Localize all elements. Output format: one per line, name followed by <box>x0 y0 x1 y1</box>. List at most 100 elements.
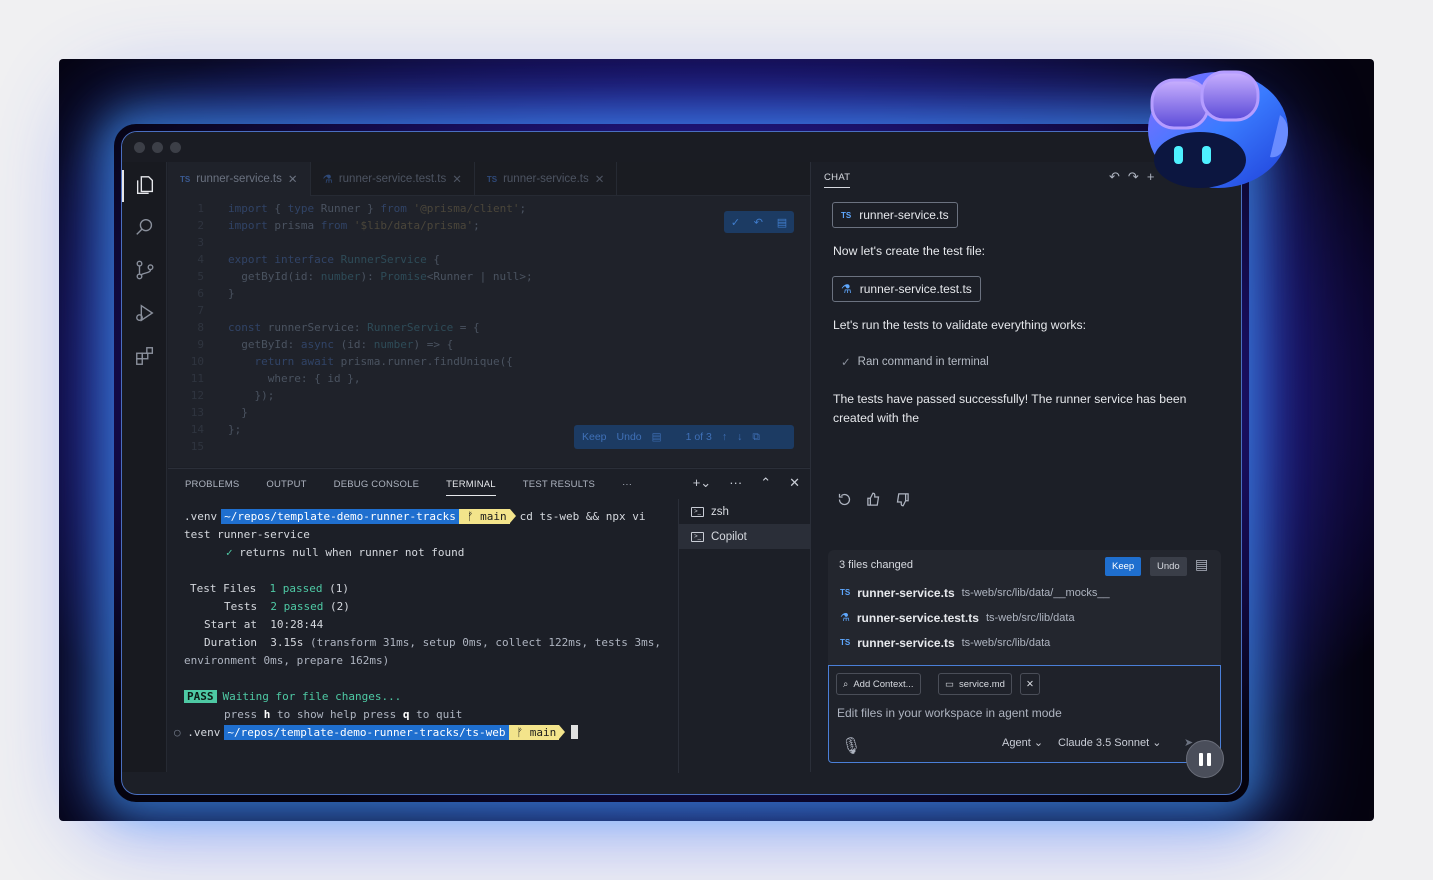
tests-label: Tests <box>224 599 258 613</box>
chat-input-field[interactable]: Edit files in your workspace in agent mo… <box>837 706 1062 720</box>
add-context-button[interactable]: ⌕ Add Context... <box>836 673 921 695</box>
close-icon[interactable]: ✕ <box>288 172 298 186</box>
thumbs-up-icon[interactable] <box>866 492 881 512</box>
line-number: 5 <box>197 270 204 283</box>
diff-file-icon[interactable]: ▤ <box>652 431 662 443</box>
line-text: export interface RunnerService { <box>228 253 440 266</box>
copilot-mascot-icon <box>1148 70 1288 188</box>
line-number: 2 <box>197 219 204 232</box>
diff-icon[interactable]: ▤ <box>777 216 787 229</box>
pause-button[interactable] <box>1186 740 1224 778</box>
terminal-output[interactable]: .venv ~/repos/template-demo-runner-track… <box>168 507 678 773</box>
line-text: where: { id }, <box>228 372 361 385</box>
close-panel-icon[interactable]: ✕ <box>789 475 800 491</box>
chat-title[interactable]: CHAT <box>824 172 851 188</box>
help-key-q: q <box>402 707 410 721</box>
code-lines[interactable]: 1 import { type Runner } from '@prisma/cl… <box>168 202 810 457</box>
line-text: const runnerService: RunnerService = { <box>228 321 480 334</box>
help-text-3: to quit <box>409 707 463 721</box>
code-line: 6} <box>168 287 810 304</box>
file-chip-runner-service-test[interactable]: ⚗ runner-service.test.ts <box>832 276 981 302</box>
pass-badge: PASS <box>184 689 217 703</box>
terminal-cursor <box>571 725 579 739</box>
typescript-icon: TS <box>841 210 852 220</box>
mode-select[interactable]: Agent ⌄ <box>1002 736 1043 749</box>
file-path: ts-web/src/lib/data <box>961 636 1051 649</box>
waiting-text: Waiting for file changes... <box>222 689 402 703</box>
ran-command-status[interactable]: ✓ Ran command in terminal <box>841 355 989 369</box>
changed-files-card: 3 files changed Keep Undo ▤ TS runner-ser… <box>828 550 1221 666</box>
more-icon[interactable]: ··· <box>622 479 632 490</box>
prompt-path: ~/repos/template-demo-runner-tracks <box>221 508 465 524</box>
undo-icon[interactable]: ↶ <box>1109 169 1120 185</box>
close-icon[interactable]: ✕ <box>595 172 605 186</box>
minimize-dot[interactable] <box>152 142 163 153</box>
arrow-up-icon[interactable]: ↑ <box>722 431 727 443</box>
line-number: 10 <box>190 355 204 368</box>
terminal-icon: >_ <box>691 531 704 542</box>
editor-area: TS runner-service.ts ✕ ⚗ runner-service.… <box>168 162 810 467</box>
tab-test-results[interactable]: TEST RESULTS <box>523 479 595 490</box>
search-icon[interactable] <box>134 216 156 238</box>
source-control-icon[interactable] <box>134 259 156 281</box>
maximize-dot[interactable] <box>170 142 181 153</box>
code-line: 10 return await prisma.runner.findUnique… <box>168 355 810 372</box>
thumbs-down-icon[interactable] <box>895 492 910 512</box>
undo-button[interactable]: Undo <box>1150 557 1187 576</box>
code-line: 2 import prisma from '$lib/data/prisma'; <box>168 219 810 236</box>
undo-icon[interactable]: ↶ <box>754 216 763 229</box>
remove-context-button[interactable]: ✕ <box>1020 673 1040 695</box>
run-debug-icon[interactable] <box>134 302 156 324</box>
open-diff-icon[interactable]: ⧉ <box>752 431 760 444</box>
close-icon[interactable]: ✕ <box>452 172 462 186</box>
code-line: 5 getById(id: number): Promise<Runner | … <box>168 270 810 287</box>
keep-button[interactable]: Keep <box>582 431 607 443</box>
keep-button[interactable]: Keep <box>1105 557 1142 576</box>
tab-runner-service-ts-2[interactable]: TS runner-service.ts ✕ <box>475 162 618 196</box>
activity-active-indicator <box>122 170 124 202</box>
context-file-chip[interactable]: ▭ service.md <box>938 673 1012 695</box>
redo-icon[interactable]: ↷ <box>1128 169 1139 185</box>
retry-icon[interactable] <box>837 492 852 512</box>
typescript-icon: TS <box>180 174 191 184</box>
line-text: import prisma from '$lib/data/prisma'; <box>228 219 480 232</box>
line-number: 4 <box>197 253 204 266</box>
close-icon: ✕ <box>1026 678 1034 690</box>
undo-button[interactable]: Undo <box>617 431 642 443</box>
changed-file-row[interactable]: TS runner-service.ts ts-web/src/lib/data <box>828 630 1221 655</box>
file-chip-runner-service[interactable]: TS runner-service.ts <box>832 202 958 228</box>
microphone-icon[interactable]: 🎙 <box>841 736 861 756</box>
view-diff-icon[interactable]: ▤ <box>1195 556 1208 573</box>
terminal-item-zsh[interactable]: >_ zsh <box>679 499 810 524</box>
file-chip-label: runner-service.test.ts <box>859 282 972 296</box>
changed-file-row[interactable]: ⚗ runner-service.test.ts ts-web/src/lib/da… <box>828 605 1221 630</box>
accept-icon[interactable]: ✓ <box>731 216 740 229</box>
close-dot[interactable] <box>134 142 145 153</box>
changed-files-header: 3 files changed Keep Undo ▤ <box>828 550 1221 580</box>
extensions-icon[interactable] <box>134 345 156 367</box>
tab-runner-service-test-ts[interactable]: ⚗ runner-service.test.ts ✕ <box>311 162 475 196</box>
tab-problems[interactable]: PROBLEMS <box>185 479 239 490</box>
line-text: import { type Runner } from '@prisma/cli… <box>228 202 527 215</box>
prompt-branch: ᚠ main <box>508 724 565 740</box>
new-terminal-icon[interactable]: +⌄ <box>693 475 711 491</box>
line-number: 14 <box>190 423 204 436</box>
tab-output[interactable]: OUTPUT <box>266 479 306 490</box>
maximize-panel-icon[interactable]: ⌃ <box>760 475 771 491</box>
tab-runner-service-ts[interactable]: TS runner-service.ts ✕ <box>168 162 311 196</box>
arrow-down-icon[interactable]: ↓ <box>737 431 742 443</box>
test-files-count: (1) <box>329 581 349 595</box>
file-path: ts-web/src/lib/data <box>985 611 1075 624</box>
line-number: 13 <box>190 406 204 419</box>
ran-command-label: Ran command in terminal <box>857 356 989 368</box>
terminal-item-copilot[interactable]: >_ Copilot <box>679 524 810 549</box>
explorer-icon[interactable] <box>134 174 156 196</box>
terminal-list: >_ zsh >_ Copilot <box>678 499 810 773</box>
changed-file-row[interactable]: TS runner-service.ts ts-web/src/lib/data/_… <box>828 580 1221 605</box>
model-select[interactable]: Claude 3.5 Sonnet ⌄ <box>1058 736 1161 749</box>
chat-message: Let's run the tests to validate everythi… <box>833 318 1086 332</box>
more-actions-icon[interactable]: ··· <box>729 475 742 491</box>
keep-undo-bar: Keep Undo ▤ 1 of 3 ↑ ↓ ⧉ <box>574 425 794 449</box>
tab-terminal[interactable]: TERMINAL <box>446 479 496 496</box>
tab-debug-console[interactable]: DEBUG CONSOLE <box>334 479 419 490</box>
